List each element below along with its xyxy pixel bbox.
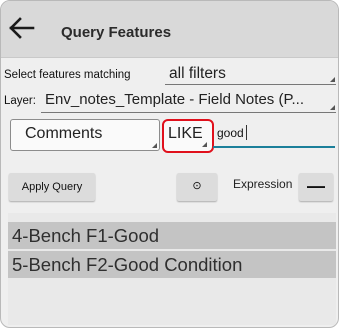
value-input-text: good [217, 126, 244, 140]
value-input-underline [213, 146, 335, 148]
layer-selector-row: Layer: Env_notes_Template - Field Notes … [1, 89, 338, 115]
value-input[interactable]: good [213, 119, 335, 149]
layer-underline [41, 112, 336, 113]
query-features-panel: Query Features Select features matching … [0, 0, 339, 328]
text-cursor [246, 125, 247, 140]
apply-query-button[interactable]: Apply Query [9, 173, 95, 201]
remove-filter-button[interactable]: — [299, 173, 333, 201]
match-dropdown[interactable]: all filters [169, 65, 226, 83]
field-dropdown[interactable]: Comments [10, 119, 160, 151]
dropdown-corner-icon [202, 142, 207, 147]
header-bar: Query Features [1, 1, 338, 58]
results-list: 4-Bench F1-Good 5-Bench F2-Good Conditio… [8, 213, 336, 325]
dropdown-corner-icon [330, 105, 335, 110]
operator-value: LIKE [168, 125, 203, 142]
minus-icon: — [307, 176, 325, 196]
dropdown-corner-icon [330, 77, 335, 82]
operator-dropdown[interactable]: LIKE [162, 119, 214, 153]
radio-dot-icon: ⊙ [192, 180, 202, 192]
match-underline [165, 84, 336, 85]
result-item-label: 5-Bench F2-Good Condition [12, 254, 243, 275]
result-item[interactable]: 5-Bench F2-Good Condition [8, 251, 336, 278]
expression-label: Expression [233, 177, 293, 191]
layer-dropdown[interactable]: Env_notes_Template - Field Notes (P... [45, 91, 304, 108]
result-item[interactable]: 4-Bench F1-Good [8, 222, 336, 249]
query-actions-row: Apply Query ⊙ Expression — [1, 169, 338, 205]
dropdown-corner-icon [152, 143, 157, 148]
page-title: Query Features [61, 24, 172, 41]
layer-label: Layer: [4, 95, 36, 107]
expression-radio-button[interactable]: ⊙ [177, 173, 217, 201]
apply-query-label: Apply Query [21, 181, 83, 193]
match-label: Select features matching [4, 69, 131, 81]
result-item-label: 4-Bench F1-Good [12, 225, 160, 246]
match-selector-row: Select features matching all filters [1, 63, 338, 85]
field-value: Comments [25, 125, 103, 142]
back-arrow-icon[interactable] [7, 15, 37, 41]
query-filter-row: Comments LIKE good [10, 119, 338, 153]
